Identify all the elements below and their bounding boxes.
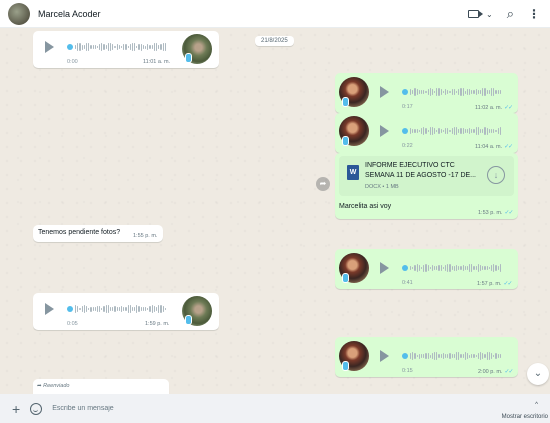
waveform[interactable] [75,42,170,52]
voice-message-outgoing: 0:41 1:57 p. m. ✓✓ [335,249,518,289]
message-time: 1:57 p. m. ✓✓ [477,280,513,287]
voice-message-incoming: 0:05 1:59 p. m. [33,293,219,330]
scroll-to-bottom-button[interactable]: ⌄ [527,363,549,385]
message-input[interactable] [52,405,353,412]
waveform[interactable] [410,351,506,361]
message-time-text: 1:57 p. m. [477,281,502,287]
playback-position-dot[interactable] [402,89,408,95]
contact-name[interactable]: Marcela Acoder [38,9,101,19]
voice-duration: 0:41 [402,280,413,286]
play-icon[interactable] [45,303,54,315]
playback-position-dot[interactable] [402,353,408,359]
download-icon[interactable]: ↓ [487,166,505,184]
forward-small-icon: ➦ [37,383,42,389]
document-meta: DOCX • 1 MB [365,184,399,190]
voice-duration: 0:17 [402,104,413,110]
read-ticks-icon: ✓✓ [503,281,512,287]
message-time: 1:55 p. m. [133,233,158,239]
message-time: 1:59 p. m. [145,321,170,327]
message-time: 11:02 a. m. ✓✓ [475,104,513,111]
waveform[interactable] [410,263,506,273]
mic-icon [342,136,349,146]
read-ticks-icon: ✓✓ [504,369,513,375]
playback-position-dot[interactable] [67,44,73,50]
mic-icon [342,361,349,371]
playback-position-dot[interactable] [402,265,408,271]
document-title-line1: INFORME EJECUTIVO CTC [365,162,455,169]
document-title-line2: SEMANA 11 DE AGOSTO -17 DE... [365,172,477,179]
header-actions: ⌄ ⌕ ⋮ [468,0,540,28]
voice-duration: 0:22 [402,143,413,149]
contact-avatar[interactable] [8,2,30,25]
document-card[interactable]: W INFORME EJECUTIVO CTC SEMANA 11 DE AGO… [339,156,514,196]
text-message-incoming: Tenemos pendiente fotos? 1:55 p. m. [33,225,163,242]
chevron-down-icon[interactable]: ⌄ [486,10,493,19]
play-icon[interactable] [380,350,389,362]
message-text: Tenemos pendiente fotos? [38,229,121,236]
emoji-icon[interactable] [30,402,43,415]
message-time-text: 1:53 p. m. [478,210,503,216]
message-text: Marcelita asi voy [339,203,392,210]
menu-icon[interactable]: ⋮ [528,7,540,21]
forwarded-text: Reenviado [43,383,70,389]
message-time-text: 11:02 a. m. [475,105,503,111]
play-icon[interactable] [380,262,389,274]
forward-icon[interactable]: ➦ [316,177,330,191]
read-ticks-icon: ✓✓ [504,144,513,150]
attach-plus-icon[interactable]: + [12,401,20,417]
read-ticks-icon: ✓✓ [504,105,513,111]
word-document-icon: W [347,165,359,180]
voice-message-incoming: 0:00 11:01 a. m. [33,31,219,68]
play-icon[interactable] [45,41,54,53]
show-desktop-tooltip: Mostrar escritorio [501,414,548,420]
video-call-icon[interactable]: ⌄ [468,10,493,19]
waveform[interactable] [410,87,506,97]
voice-message-outgoing: 0:22 11:04 a. m. ✓✓ [335,113,518,153]
message-time: 11:04 a. m. ✓✓ [475,143,513,150]
message-time: 2:00 p. m. ✓✓ [478,368,514,375]
voice-duration: 0:00 [67,59,78,65]
voice-message-outgoing: 0:17 11:02 a. m. ✓✓ [335,73,518,113]
mic-icon [342,273,349,283]
playback-position-dot[interactable] [402,128,408,134]
waveform[interactable] [75,304,170,314]
voice-message-outgoing: 0:15 2:00 p. m. ✓✓ [335,337,518,377]
message-list[interactable]: 0:00 11:01 a. m. 21/8/2025 0:17 11:02 a.… [0,28,550,394]
read-ticks-icon: ✓✓ [504,210,513,216]
mic-icon [185,315,192,325]
play-icon[interactable] [380,125,389,137]
play-icon[interactable] [380,86,389,98]
search-icon[interactable]: ⌕ [507,6,514,22]
mic-icon [185,53,192,63]
chat-header: Marcela Acoder ⌄ ⌕ ⋮ [0,0,550,28]
forwarded-message-incoming: ➦ Reenviado [33,379,169,394]
date-separator: 21/8/2025 [255,36,294,46]
voice-duration: 0:15 [402,368,413,374]
document-message-outgoing: W INFORME EJECUTIVO CTC SEMANA 11 DE AGO… [335,153,518,219]
forwarded-label: ➦ Reenviado [37,383,69,389]
voice-duration: 0:05 [67,321,78,327]
taskbar-caret-icon[interactable]: ^ [535,402,538,408]
playback-position-dot[interactable] [67,306,73,312]
message-time-text: 11:04 a. m. [475,144,503,150]
message-time-text: 2:00 p. m. [478,369,503,375]
mic-icon [342,97,349,107]
waveform[interactable] [410,126,506,136]
message-time: 11:01 a. m. [143,59,171,65]
message-time: 1:53 p. m. ✓✓ [478,209,514,216]
composer-bar: + ^ Mostrar escritorio [0,394,550,423]
